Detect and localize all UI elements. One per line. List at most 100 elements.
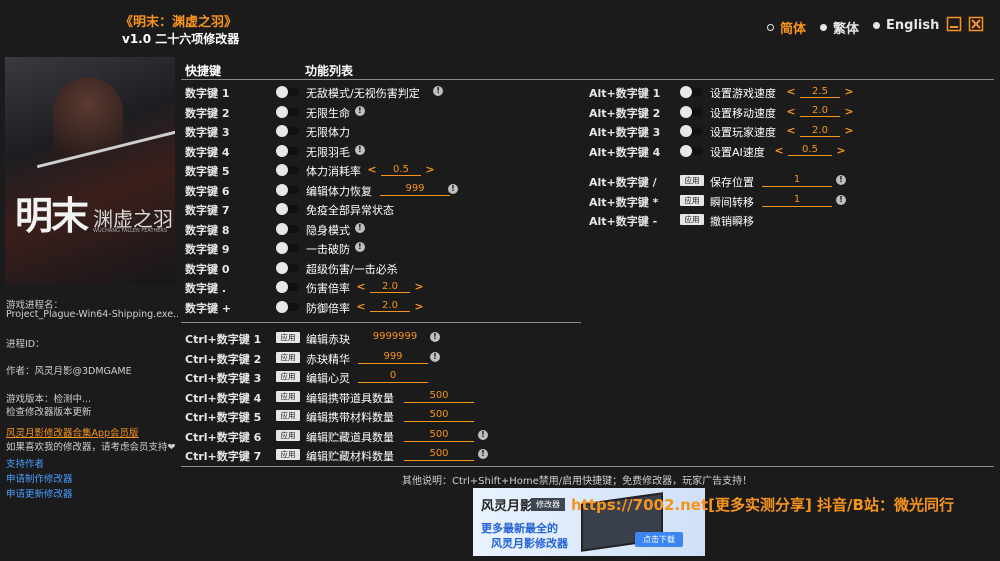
hotkey-label: 数字键 4	[185, 145, 230, 159]
toggle-knob	[276, 105, 288, 118]
toggle-knob	[276, 300, 288, 313]
toggle-switch[interactable]	[680, 125, 704, 137]
value-stepper[interactable]: <0.5 >	[367, 163, 435, 176]
stepper-value[interactable]: 0.5	[381, 164, 421, 176]
value-field[interactable]: 500	[404, 429, 474, 442]
request-update-link[interactable]: 申请更新修改器	[6, 486, 73, 500]
value-field[interactable]: 500	[404, 448, 474, 461]
apply-button[interactable]: 应用	[276, 332, 300, 343]
lang-english[interactable]: English	[873, 18, 939, 33]
vip-link[interactable]: 风灵月影修改器合集App会员版	[6, 425, 139, 439]
apply-button[interactable]: 应用	[276, 371, 300, 382]
footer-note: 其他说明：Ctrl+Shift+Home禁用/启用快捷键；免费修改器，玩家广告支…	[402, 476, 753, 487]
toggle-knob	[276, 183, 288, 196]
hotkey-label: Alt+数字键 /	[589, 176, 657, 189]
value-field[interactable]: 999	[358, 351, 428, 364]
info-icon: !	[478, 449, 488, 459]
toggle-knob	[276, 164, 288, 176]
banner-line1: 更多最新最全的	[481, 522, 558, 535]
stepper-value[interactable]: 0.5	[788, 144, 832, 156]
author-text: 作者：风灵月影@3DMGAME	[6, 366, 132, 377]
hotkey-label: Ctrl+数字键 5	[185, 411, 262, 424]
stepper-value[interactable]: 2.0	[800, 105, 840, 117]
apply-button[interactable]: 应用	[276, 390, 300, 402]
decrease-arrow-icon[interactable]: <	[786, 85, 796, 98]
hotkey-label: Alt+数字键 1	[589, 87, 661, 100]
banner-download-button[interactable]: 点击下载	[635, 532, 683, 547]
toggle-switch[interactable]	[276, 183, 300, 196]
lang-traditional[interactable]: 繁体	[820, 18, 859, 37]
stepper-value[interactable]: 2.5	[800, 86, 840, 98]
apply-button[interactable]: 应用	[680, 175, 704, 186]
apply-button[interactable]: 应用	[276, 429, 300, 441]
decrease-arrow-icon[interactable]: <	[786, 105, 796, 118]
apply-button[interactable]: 应用	[680, 214, 704, 225]
function-label: 编辑携带道具数量	[306, 391, 394, 405]
increase-arrow-icon[interactable]: >	[414, 300, 424, 313]
value-field[interactable]: 0	[358, 370, 428, 383]
value-field[interactable]: 500	[404, 390, 474, 403]
toggle-switch[interactable]	[276, 125, 300, 137]
apply-button[interactable]: 应用	[276, 449, 300, 460]
toggle-switch[interactable]	[680, 144, 704, 157]
toggle-switch[interactable]	[276, 261, 300, 274]
value-field[interactable]: 500	[404, 409, 474, 422]
toggle-switch[interactable]	[276, 281, 300, 293]
increase-arrow-icon[interactable]: >	[844, 105, 854, 118]
support-author-link[interactable]: 支持作者	[6, 456, 44, 470]
stepper-value[interactable]: 2.0	[370, 281, 410, 293]
pid-label: 进程ID：	[6, 339, 45, 350]
request-trainer-link[interactable]: 申请制作修改器	[6, 471, 73, 485]
toggle-switch[interactable]	[276, 222, 300, 235]
hotkey-label: Ctrl+数字键 2	[185, 352, 262, 366]
value-stepper[interactable]: <2.0 >	[356, 280, 424, 293]
apply-button[interactable]: 应用	[276, 410, 300, 421]
value-stepper[interactable]: <2.0 >	[356, 300, 424, 313]
hotkey-label: Alt+数字键 2	[589, 106, 661, 120]
value-stepper[interactable]: <2.5 >	[786, 85, 854, 98]
increase-arrow-icon[interactable]: >	[414, 280, 424, 293]
increase-arrow-icon[interactable]: >	[844, 124, 854, 137]
hotkey-label: Alt+数字键 -	[589, 215, 658, 228]
toggle-switch[interactable]	[276, 203, 300, 215]
toggle-switch[interactable]	[276, 164, 300, 176]
character-figure	[53, 77, 123, 187]
header-divider	[181, 79, 994, 80]
cover-title-big: 明末	[15, 193, 89, 238]
toggle-switch[interactable]	[276, 242, 300, 254]
increase-arrow-icon[interactable]: >	[836, 144, 846, 157]
value-field[interactable]: 9999999	[360, 331, 430, 343]
check-update-link[interactable]: 检查修改器版本更新	[6, 404, 92, 418]
decrease-arrow-icon[interactable]: <	[356, 300, 366, 313]
stepper-value[interactable]: 2.0	[800, 125, 840, 137]
increase-arrow-icon[interactable]: >	[425, 163, 435, 176]
decrease-arrow-icon[interactable]: <	[367, 163, 377, 176]
value-stepper[interactable]: <2.0 >	[786, 105, 854, 118]
function-label: 一击破防	[306, 243, 350, 256]
value-stepper[interactable]: <0.5 >	[774, 144, 846, 157]
value-field[interactable]: 999	[380, 183, 450, 196]
stepper-value[interactable]: 2.0	[370, 300, 410, 312]
info-icon: !	[448, 183, 458, 194]
apply-button[interactable]: 应用	[680, 194, 704, 206]
function-label: 体力消耗率	[306, 165, 361, 178]
toggle-switch[interactable]	[276, 144, 300, 157]
decrease-arrow-icon[interactable]: <	[774, 144, 784, 157]
close-icon[interactable]	[968, 16, 984, 32]
toggle-switch[interactable]	[276, 86, 300, 98]
decrease-arrow-icon[interactable]: <	[356, 280, 366, 293]
value-field[interactable]: 1	[762, 174, 832, 187]
value-field[interactable]: 1	[762, 194, 832, 207]
decrease-arrow-icon[interactable]: <	[786, 124, 796, 137]
toggle-switch[interactable]	[276, 300, 300, 313]
toggle-switch[interactable]	[680, 86, 704, 98]
app-subtitle: v1.0 二十六项修改器	[122, 32, 240, 46]
minimize-icon[interactable]	[946, 16, 962, 32]
toggle-switch[interactable]	[680, 105, 704, 118]
apply-button[interactable]: 应用	[276, 351, 300, 363]
toggle-switch[interactable]	[276, 105, 300, 118]
value-stepper[interactable]: <2.0 >	[786, 124, 854, 137]
lang-simplified[interactable]: 简体	[767, 18, 806, 37]
increase-arrow-icon[interactable]: >	[844, 85, 854, 98]
cover-tiny-text: WUCHANG FALLEN FEATHERS	[93, 228, 168, 234]
